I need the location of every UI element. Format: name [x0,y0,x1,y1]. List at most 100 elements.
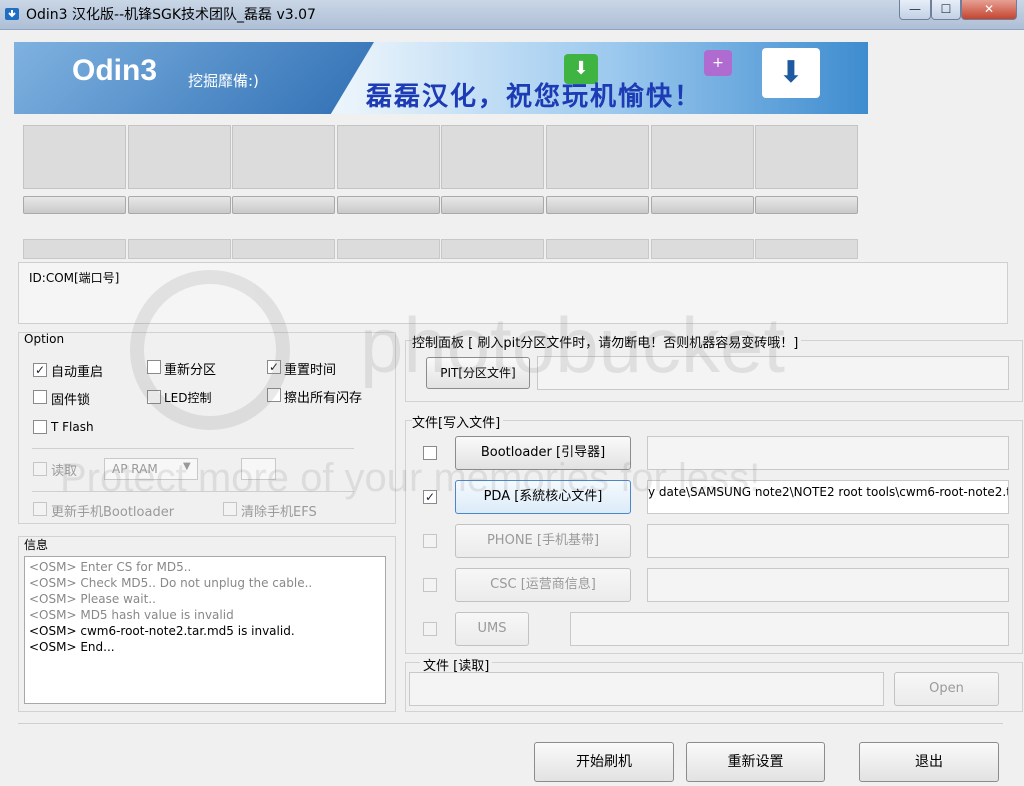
port-slot [755,125,859,189]
log-line: <OSM> End... [29,640,115,654]
log-line: <OSM> MD5 hash value is invalid [29,608,234,622]
port-slot [441,125,545,189]
option-title: Option [24,332,65,346]
banner-logo: Odin3 [72,54,158,87]
port-com-label [23,239,126,259]
odin-app-icon [4,6,20,22]
reset-time-checkbox[interactable]: ✓ [267,360,281,374]
window-title: Odin3 汉化版--机锋SGK技术团队_磊磊 v3.07 [26,7,316,23]
files-write-title: 文件[写入文件] [412,412,504,431]
port-progress-bar [127,196,231,214]
nand-erase-label: 擦出所有闪存 [284,391,363,406]
maximize-button[interactable]: ☐ [931,0,961,20]
pda-path-value: y date\SAMSUNG note2\NOTE2 root tools\cw… [648,485,1009,499]
repartition-checkbox[interactable] [147,360,161,374]
id-com-panel: ID:COM[端口号] [18,262,1008,324]
pda-path-field[interactable]: y date\SAMSUNG note2\NOTE2 root tools\cw… [647,480,1009,514]
port-progress-bar [336,196,440,214]
read-checkbox[interactable] [33,462,47,476]
title-bar: Odin3 汉化版--机锋SGK技术团队_磊磊 v3.07 — ☐ ✕ [0,0,1024,30]
banner-slogan: 磊磊汉化，祝您玩机愉快！ [366,82,703,112]
open-button[interactable]: Open [894,672,999,706]
port-slot [232,125,336,189]
csc-path-field[interactable] [647,568,1009,602]
read-type-select[interactable]: AP RAM ▼ [104,458,198,480]
port-com-label [232,239,336,259]
port-com-label [127,239,231,259]
phone-path-field[interactable] [647,524,1009,558]
read-label: 读取 [51,464,78,479]
csc-checkbox[interactable] [423,578,437,592]
ums-button[interactable]: UMS [455,612,529,646]
port-com-label [546,239,649,259]
port-slot [336,125,440,189]
bootloader-checkbox[interactable] [423,446,437,460]
auto-reboot-label: 自动重启 [51,365,104,380]
upload-icon: + [704,50,732,76]
exit-button[interactable]: 退出 [859,742,999,782]
port-slot [650,125,754,189]
log-lines: <OSM> Enter CS for MD5.. <OSM> Check MD5.… [29,559,312,655]
log-line: <OSM> cwm6-root-note2.tar.md5 is invalid… [29,624,295,638]
bottom-divider [18,723,1003,724]
led-control-label: LED控制 [164,391,212,405]
reset-time-label: 重置时间 [284,363,337,378]
phone-button[interactable]: PHONE [手机基带] [455,524,631,558]
reset-button[interactable]: 重新设置 [686,742,825,782]
clear-efs-checkbox[interactable] [223,502,237,516]
t-flash-checkbox[interactable] [33,420,47,434]
read-type-value: AP RAM [112,462,158,476]
pda-checkbox[interactable]: ✓ [423,490,437,504]
log-title: 信息 [24,538,49,552]
update-bootloader-checkbox[interactable] [33,502,47,516]
flash-download-icon: ⬇ [762,48,820,98]
port-progress-bar [546,196,649,214]
port-progress-bar [232,196,336,214]
log-textarea[interactable]: <OSM> Enter CS for MD5.. <OSM> Check MD5.… [24,556,386,704]
port-progress-bar [650,196,754,214]
port-slot [23,125,126,189]
ums-path-field[interactable] [570,612,1009,646]
read-size-input[interactable] [241,458,276,480]
start-button[interactable]: 开始刷机 [534,742,674,782]
auto-reboot-checkbox[interactable]: ✓ [33,363,47,377]
port-com-label [755,239,859,259]
firmware-lock-checkbox[interactable] [33,390,47,404]
control-panel-title: 控制面板 [ 刷入pit分区文件时，请勿断电！否则机器容易变砖哦！] [412,332,802,351]
pit-path-field[interactable] [537,356,1009,390]
log-line: <OSM> Enter CS for MD5.. [29,560,192,574]
read-path-field[interactable] [409,672,884,706]
csc-button[interactable]: CSC [运营商信息] [455,568,631,602]
pda-button[interactable]: PDA [系統核心文件] [455,480,631,514]
bootloader-path-field[interactable] [647,436,1009,470]
pit-button[interactable]: PIT[分区文件] [426,357,530,389]
port-com-label [650,239,754,259]
clear-efs-label: 清除手机EFS [241,505,317,520]
minimize-button[interactable]: — [899,0,931,20]
update-bootloader-label: 更新手机Bootloader [51,505,175,520]
log-line: <OSM> Please wait.. [29,592,156,606]
id-com-label: ID:COM[端口号] [29,271,120,285]
ums-checkbox[interactable] [423,622,437,636]
chevron-down-icon: ▼ [183,461,191,472]
port-progress-bar [441,196,545,214]
port-slot [127,125,231,189]
bootloader-button[interactable]: Bootloader [引导器] [455,436,631,470]
banner: Odin3 挖掘靡備:) ⬇ + ⬇ 磊磊汉化，祝您玩机愉快！ [14,42,868,114]
option-divider-2 [32,491,354,492]
port-com-label [336,239,440,259]
port-slot [546,125,649,189]
repartition-label: 重新分区 [164,363,217,378]
port-progress-bar [23,196,126,214]
led-control-checkbox[interactable] [147,390,161,404]
t-flash-label: T Flash [51,420,94,434]
port-com-label [441,239,545,259]
port-progress-bar [755,196,859,214]
banner-subtitle: 挖掘靡備:) [188,72,259,90]
close-button[interactable]: ✕ [961,0,1017,20]
option-divider [32,448,354,449]
log-line: <OSM> Check MD5.. Do not unplug the cabl… [29,576,313,590]
phone-checkbox[interactable] [423,534,437,548]
nand-erase-checkbox[interactable] [267,388,281,402]
firmware-lock-label: 固件锁 [51,393,91,408]
